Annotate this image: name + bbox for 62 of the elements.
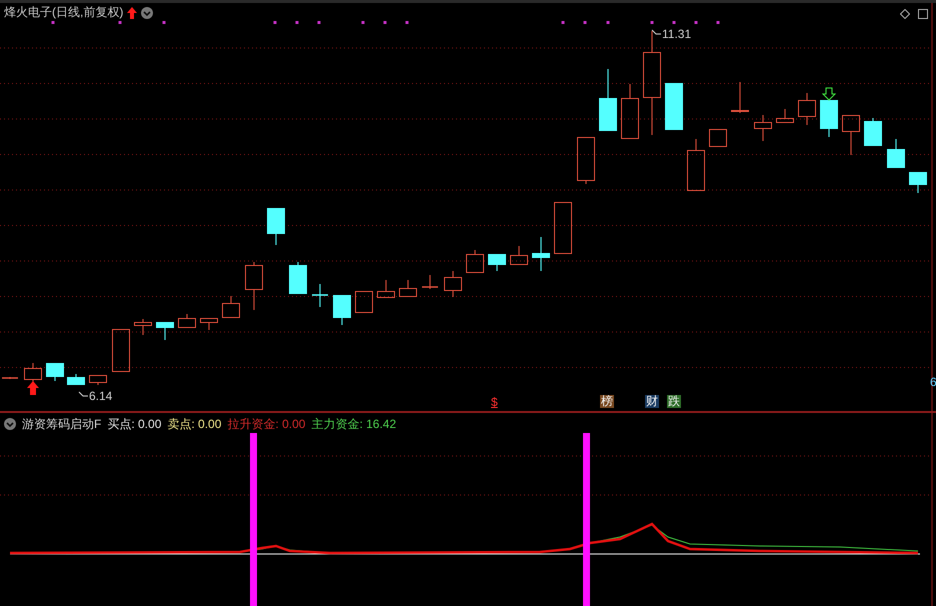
leader-line bbox=[652, 30, 662, 34]
candlestick bbox=[377, 280, 395, 298]
candlestick bbox=[842, 115, 860, 156]
candlestick bbox=[554, 202, 572, 254]
candlestick bbox=[909, 172, 927, 194]
candlestick bbox=[156, 322, 174, 340]
indicator-name: 游资筹码启动F bbox=[22, 416, 102, 433]
price-label: 11.31 bbox=[662, 27, 692, 41]
candlestick bbox=[532, 236, 550, 272]
signal-mark: $ bbox=[491, 396, 498, 409]
candlestick bbox=[887, 138, 905, 168]
candlestick bbox=[709, 129, 727, 147]
candlestick bbox=[134, 318, 152, 336]
candlestick bbox=[621, 84, 639, 139]
candlestick bbox=[754, 114, 772, 142]
candlestick bbox=[267, 208, 285, 246]
signal-tag: 跌 bbox=[667, 395, 681, 408]
chart-title: 烽火电子(日线,前复权) bbox=[4, 5, 124, 20]
candlestick bbox=[776, 108, 794, 123]
axis-label: 6 bbox=[930, 374, 936, 391]
dropdown-icon[interactable] bbox=[4, 418, 16, 430]
candlestick bbox=[333, 295, 351, 326]
candlestick bbox=[222, 296, 240, 318]
candlestick bbox=[820, 100, 838, 138]
candlestick bbox=[399, 280, 417, 297]
candlestick bbox=[2, 376, 18, 380]
square-icon[interactable] bbox=[918, 9, 928, 19]
candlestick bbox=[510, 246, 528, 265]
indicator-reading: 买点: 0.00 bbox=[107, 416, 162, 433]
up-arrow-icon bbox=[127, 6, 138, 18]
signal-tag: 财 bbox=[645, 395, 659, 408]
indicator-reading: 拉升资金: 0.00 bbox=[227, 416, 306, 433]
candlestick bbox=[355, 291, 373, 313]
dropdown-icon[interactable] bbox=[141, 6, 154, 18]
candlestick bbox=[798, 92, 816, 126]
signal-tag: 榜 bbox=[600, 395, 614, 408]
candlestick bbox=[289, 262, 307, 294]
candlestick bbox=[89, 375, 107, 386]
candlestick bbox=[665, 83, 683, 130]
leader-line bbox=[78, 392, 88, 396]
candlestick bbox=[422, 274, 438, 290]
candlestick bbox=[67, 374, 85, 385]
indicator-reading: 主力资金: 16.42 bbox=[311, 416, 396, 433]
candlestick bbox=[864, 118, 882, 146]
diamond-icon[interactable] bbox=[900, 9, 910, 19]
candlestick bbox=[577, 137, 595, 184]
candlestick bbox=[112, 329, 130, 372]
indicator-reading: 卖点: 0.00 bbox=[167, 416, 222, 433]
candlestick bbox=[731, 82, 749, 114]
down-arrow-icon bbox=[822, 88, 836, 101]
up-arrow-icon bbox=[27, 381, 39, 395]
candlestick bbox=[599, 68, 617, 131]
candlestick bbox=[444, 270, 462, 298]
candlestick bbox=[488, 254, 506, 272]
candlestick bbox=[687, 138, 705, 191]
candlestick bbox=[466, 250, 484, 273]
candlestick bbox=[46, 363, 64, 382]
candlestick bbox=[200, 318, 218, 330]
candlestick bbox=[178, 314, 196, 328]
price-label: 6.14 bbox=[89, 389, 112, 403]
candlestick bbox=[312, 284, 328, 308]
candlestick bbox=[245, 262, 263, 310]
